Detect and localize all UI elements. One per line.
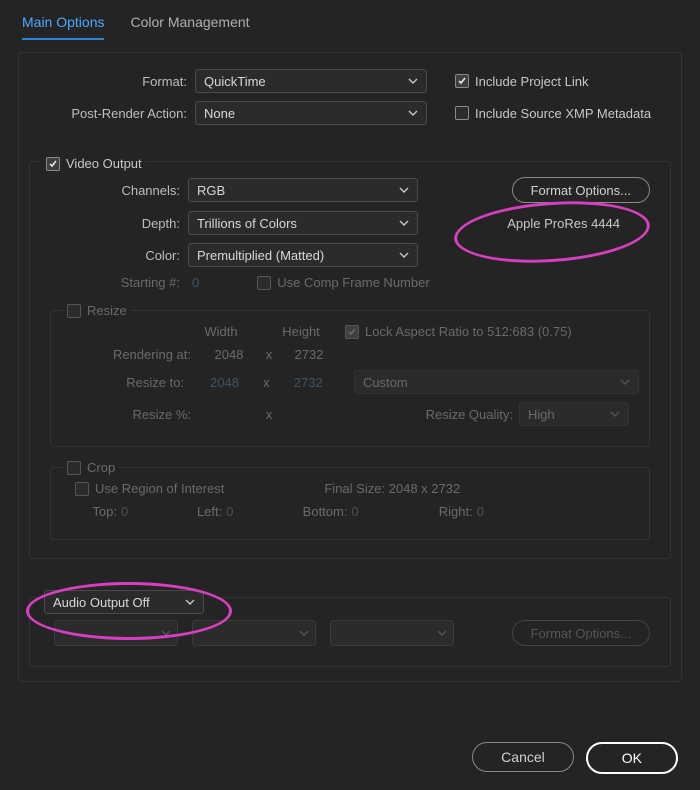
audio-rate-select (54, 620, 178, 646)
include-project-link-label: Include Project Link (475, 74, 588, 89)
crop-top-label: Top: (61, 504, 117, 519)
audio-output-value: Audio Output Off (53, 595, 150, 610)
chevron-down-icon (399, 220, 409, 226)
format-value: QuickTime (204, 74, 266, 89)
crop-bottom-value: 0 (347, 504, 362, 519)
video-format-options-button[interactable]: Format Options... (512, 177, 650, 203)
tab-main-options[interactable]: Main Options (22, 14, 104, 40)
crop-section: Crop Use Region of Interest Final Size: … (50, 467, 650, 540)
chevron-down-icon (620, 379, 630, 385)
resize-pct-label: Resize %: (61, 407, 199, 422)
lock-aspect-label: Lock Aspect Ratio to 512:683 (0.75) (365, 324, 572, 339)
height-col-label: Height (271, 324, 331, 339)
video-output-check[interactable] (46, 157, 60, 171)
resize-preset-select: Custom (354, 370, 639, 394)
depth-select[interactable]: Trillions of Colors (188, 211, 418, 235)
rendering-height: 2732 (279, 347, 339, 362)
crop-left-label: Left: (132, 504, 222, 519)
chevron-down-icon (437, 630, 447, 636)
tabs: Main Options Color Management (0, 0, 700, 40)
dialog-buttons: Cancel OK (472, 742, 678, 774)
post-render-label: Post-Render Action: (29, 106, 195, 121)
starting-number-label: Starting #: (40, 275, 188, 290)
video-output-label: Video Output (66, 156, 142, 171)
crop-label: Crop (87, 460, 115, 475)
main-options-body: Format: QuickTime Include Project Link P… (18, 52, 682, 682)
output-module-panel: Main Options Color Management Format: Qu… (0, 0, 700, 790)
channels-select[interactable]: RGB (188, 178, 418, 202)
video-output-section: Video Output Channels: RGB Format Option… (29, 161, 671, 559)
crop-left-value: 0 (222, 504, 237, 519)
chevron-down-icon (161, 630, 171, 636)
color-label: Color: (40, 248, 188, 263)
format-label: Format: (29, 74, 195, 89)
post-render-select[interactable]: None (195, 101, 427, 125)
chevron-down-icon (399, 252, 409, 258)
chevron-down-icon (399, 187, 409, 193)
audio-output-section: Audio Output Off Format Options... (29, 597, 671, 667)
use-comp-frame-label: Use Comp Frame Number (277, 275, 429, 290)
include-xmp-check[interactable] (455, 106, 469, 120)
use-comp-frame-check (257, 276, 271, 290)
audio-options-row: Format Options... (54, 620, 650, 646)
audio-channels-select (330, 620, 454, 646)
chevron-down-icon (408, 78, 418, 84)
resize-to-width: 2048 (192, 375, 257, 390)
include-xmp-label: Include Source XMP Metadata (475, 106, 651, 121)
post-render-row: Post-Render Action: None Include Source … (29, 101, 671, 125)
depth-value: Trillions of Colors (197, 216, 297, 231)
resize-to-label: Resize to: (61, 375, 192, 390)
final-size-label: Final Size: 2048 x 2732 (324, 481, 460, 496)
format-select[interactable]: QuickTime (195, 69, 427, 93)
resize-label: Resize (87, 303, 127, 318)
channels-label: Channels: (40, 183, 188, 198)
crop-bottom-label: Bottom: (237, 504, 347, 519)
crop-right-label: Right: (363, 504, 473, 519)
chevron-down-icon (610, 411, 620, 417)
audio-depth-select (192, 620, 316, 646)
roi-check (75, 482, 89, 496)
chevron-down-icon (185, 599, 195, 605)
resize-section: Resize Width Height Lock Aspect Ratio to… (50, 310, 650, 447)
chevron-down-icon (299, 630, 309, 636)
crop-right-value: 0 (473, 504, 488, 519)
audio-format-options-button: Format Options... (512, 620, 650, 646)
cancel-button[interactable]: Cancel (472, 742, 574, 772)
post-render-value: None (204, 106, 235, 121)
starting-number-value: 0 (188, 275, 203, 290)
channels-value: RGB (197, 183, 225, 198)
rendering-width: 2048 (199, 347, 259, 362)
rendering-at-label: Rendering at: (61, 347, 199, 362)
color-select[interactable]: Premultiplied (Matted) (188, 243, 418, 267)
roi-label: Use Region of Interest (95, 481, 224, 496)
lock-aspect-check (345, 325, 359, 339)
crop-check[interactable] (67, 461, 81, 475)
tab-color-management[interactable]: Color Management (130, 14, 249, 40)
resize-quality-label: Resize Quality: (426, 407, 513, 422)
depth-label: Depth: (40, 216, 188, 231)
audio-output-select[interactable]: Audio Output Off (44, 590, 204, 614)
color-value: Premultiplied (Matted) (197, 248, 324, 263)
chevron-down-icon (408, 110, 418, 116)
crop-top-value: 0 (117, 504, 132, 519)
resize-check[interactable] (67, 304, 81, 318)
width-col-label: Width (191, 324, 251, 339)
include-project-link-check[interactable] (455, 74, 469, 88)
ok-button[interactable]: OK (586, 742, 678, 774)
codec-text: Apple ProRes 4444 (507, 216, 660, 231)
format-row: Format: QuickTime Include Project Link (29, 69, 671, 93)
resize-to-height: 2732 (276, 375, 341, 390)
resize-quality-select: High (519, 402, 629, 426)
